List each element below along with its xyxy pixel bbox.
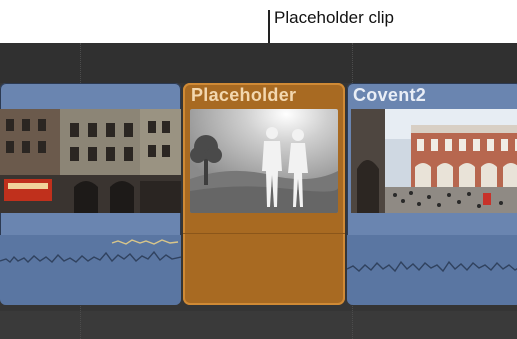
timeline[interactable]: Placeholder Covent2	[0, 43, 517, 339]
timeline-clip-covent2[interactable]: Covent2	[347, 83, 517, 305]
timeline-bottom-band	[0, 311, 517, 339]
audio-waveform	[347, 235, 517, 305]
placeholder-audio-area	[183, 233, 345, 306]
clip-thumbnail	[351, 109, 517, 213]
clip-thumbnail	[0, 109, 181, 213]
audio-waveform	[0, 235, 181, 305]
placeholder-thumbnail	[190, 109, 338, 213]
callout-label: Placeholder clip	[274, 8, 395, 27]
timeline-top-band	[0, 43, 517, 83]
clip-title: Covent2	[353, 85, 427, 105]
timeline-clip[interactable]	[0, 83, 181, 305]
clip-title: Placeholder	[191, 85, 297, 105]
placeholder-clip[interactable]: Placeholder	[183, 83, 345, 305]
